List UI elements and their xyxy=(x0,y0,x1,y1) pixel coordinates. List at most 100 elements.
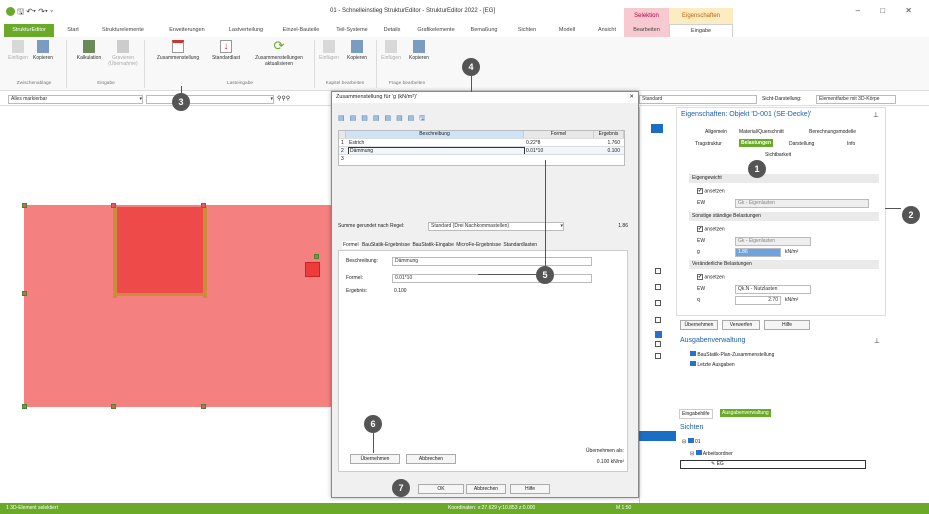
list-selected-row[interactable] xyxy=(639,431,676,441)
prop-tab-berechnungsmodelle[interactable]: Berechnungsmodelle xyxy=(809,129,856,135)
prop-tab-material[interactable]: Material/Querschnitt xyxy=(739,129,784,135)
col-header-formel[interactable]: Formel xyxy=(524,131,594,138)
undo-icon[interactable]: ↶▾ xyxy=(26,7,36,16)
prop-tab-darstellung[interactable]: Darstellung xyxy=(789,141,814,147)
kalkulation-button[interactable]: Kalkulation xyxy=(72,40,106,61)
tab-sichten[interactable]: Sichten xyxy=(512,24,542,37)
visibility-checkbox[interactable] xyxy=(655,341,661,347)
formula-grid[interactable]: Beschreibung Formel Ergebnis 1 Estrich 0… xyxy=(338,130,625,166)
subtab-baustatik-eingabe[interactable]: BauStatik-Eingabe xyxy=(412,242,453,248)
prop-hilfe-button[interactable]: Hilfe xyxy=(764,320,810,330)
slab-opening[interactable] xyxy=(114,207,207,294)
g-input[interactable]: 1.86 xyxy=(735,248,781,257)
uebernehmen-button[interactable]: Übernehmen xyxy=(350,454,400,464)
beschreibung-input[interactable]: Dämmung xyxy=(392,257,592,266)
prop-tab-belastungen[interactable]: Belastungen xyxy=(739,139,774,147)
tab-modell[interactable]: Modell xyxy=(553,24,581,37)
node-marker[interactable] xyxy=(22,291,27,296)
node-marker[interactable] xyxy=(22,203,27,208)
redo-icon[interactable]: ↷▾ xyxy=(38,7,48,16)
tab-erweiterungen[interactable]: Erweiterungen xyxy=(158,24,216,37)
close-icon[interactable]: ✕ xyxy=(629,92,634,103)
checkbox[interactable]: ✔ xyxy=(697,226,703,232)
section-sonstige[interactable]: Sonstige ständige Belastungen xyxy=(689,212,879,221)
checkbox[interactable]: ✔ xyxy=(697,188,703,194)
filter-combo[interactable]: Alles markierbar ▾ xyxy=(8,95,143,104)
ew-combo[interactable]: Gk - Eigenlasten xyxy=(735,199,869,208)
tab-bearbeiten[interactable]: Bearbeiten xyxy=(624,24,669,37)
hilfe-button[interactable]: Hilfe xyxy=(510,484,550,494)
tab-strukturelemente[interactable]: Strukturelemente xyxy=(92,24,154,37)
einfuegen-button[interactable]: Einfügen xyxy=(8,40,28,61)
tab-grafikelemente[interactable]: Grafikelemente xyxy=(410,24,462,37)
gravieren-button[interactable]: Gravieren (Übernahme) xyxy=(106,40,140,67)
summe-regel-combo[interactable]: Standard (Drei Nachkommastellen) ▾ xyxy=(428,222,564,231)
checkbox[interactable]: ✔ xyxy=(697,274,703,280)
ansetzen-row[interactable]: ✔ ansetzen xyxy=(697,188,725,194)
tree-node[interactable]: ⊟ Arbeitsordner xyxy=(690,450,733,457)
ansetzen-row[interactable]: ✔ ansetzen xyxy=(697,226,725,232)
tab-lastverteilung[interactable]: Lastverteilung xyxy=(220,24,272,37)
table-row[interactable]: 1 Estrich 0.22*8 1.760 xyxy=(339,138,624,146)
dialog-toolbar-icons[interactable]: ▤▤▤▤▤▤▤🖫 xyxy=(338,114,430,125)
prop-tab-info[interactable]: Info xyxy=(847,141,855,147)
window-controls[interactable]: – □ ✕ xyxy=(856,6,921,15)
node-marker[interactable] xyxy=(111,404,116,409)
node-marker[interactable] xyxy=(111,203,116,208)
prop-tab-sichtbarkeit[interactable]: Sichtbarkeit xyxy=(765,152,791,158)
subtab-microfe-ergebnisse[interactable]: MicroFe-Ergebnisse xyxy=(456,242,501,248)
visibility-checkbox[interactable] xyxy=(655,317,661,323)
visibility-checkbox[interactable] xyxy=(655,353,661,359)
layer-combo[interactable]: ▾ xyxy=(146,95,274,104)
subtab-baustatik-ergebnisse[interactable]: BauStatik-Ergebnisse xyxy=(362,242,410,248)
kopieren-kapitel-button[interactable]: Kopieren xyxy=(344,40,370,61)
visibility-checkbox[interactable] xyxy=(655,300,661,306)
prop-tab-tragstruktur[interactable]: Tragstruktur xyxy=(695,141,722,147)
ew-combo[interactable]: Gk - Eigenlasten xyxy=(735,237,811,246)
visibility-checkbox-checked[interactable] xyxy=(655,331,662,338)
section-veraenderlich[interactable]: Veränderliche Belastungen xyxy=(689,260,879,269)
prop-verwerfen-button[interactable]: Verwerfen xyxy=(722,320,760,330)
node-marker[interactable] xyxy=(201,404,206,409)
subtab-formel[interactable]: Formel xyxy=(342,241,360,249)
prop-tab-allgemein[interactable]: Allgemein xyxy=(705,129,727,135)
tree-item[interactable]: BauStatik-Plan-Zusammenstellung xyxy=(690,351,774,358)
formel-input[interactable]: 0.01*10 xyxy=(392,274,592,283)
tree-node[interactable]: ⊟ 01 xyxy=(682,438,701,445)
col-header-ergebnis[interactable]: Ergebnis xyxy=(594,131,624,138)
binocular-icons[interactable]: ⚲⚲⚲ xyxy=(277,95,290,102)
table-row[interactable]: 2 Dämmung 0.01*10 0.100 xyxy=(339,146,624,155)
tab-einzel-bauteile[interactable]: Einzel-Bauteile xyxy=(275,24,327,37)
tab-details[interactable]: Details xyxy=(378,24,406,37)
ew-combo[interactable]: Qk.N - Nutzlasten xyxy=(735,285,811,294)
ok-button[interactable]: OK xyxy=(418,484,464,494)
standardlast-button[interactable]: ↓ Standardlast xyxy=(206,40,246,61)
einfuegen-kapitel-button[interactable]: Einfügen xyxy=(318,40,340,61)
standard-combo[interactable]: Standard xyxy=(639,95,757,104)
node-marker[interactable] xyxy=(314,254,319,259)
kopieren-button[interactable]: Kopieren xyxy=(30,40,56,61)
visibility-checkbox[interactable] xyxy=(655,284,661,290)
quick-access-toolbar[interactable]: 🖫 ↶▾ ↷▾ ▿ xyxy=(6,6,53,20)
customize-icon[interactable]: ▿ xyxy=(50,7,53,16)
tab-start[interactable]: Start xyxy=(58,24,88,37)
abbrechen-inner-button[interactable]: Abbrechen xyxy=(406,454,456,464)
einfuegen-frage-button[interactable]: Einfügen xyxy=(380,40,402,61)
tab-ansicht[interactable]: Ansicht xyxy=(590,24,624,37)
column-element[interactable] xyxy=(305,262,320,277)
zusammenstellungen-aktualisieren-button[interactable]: ⟳ Zusammenstellungen aktualisieren xyxy=(246,39,312,67)
tab-bemassung[interactable]: Bemaßung xyxy=(466,24,502,37)
kopieren-frage-button[interactable]: Kopieren xyxy=(406,40,432,61)
tab-eingabehilfe[interactable]: Eingabehilfe xyxy=(679,409,713,419)
tab-teil-systeme[interactable]: Teil-Systeme xyxy=(328,24,376,37)
node-marker[interactable] xyxy=(22,404,27,409)
tab-ausgabenverwaltung[interactable]: Ausgabenverwaltung xyxy=(720,409,771,417)
visibility-checkbox[interactable] xyxy=(655,268,661,274)
pin-icon[interactable]: ⊥ xyxy=(874,337,880,345)
pin-icon[interactable]: ⊥ xyxy=(873,111,879,119)
sicht-combo[interactable]: Elementfarbe mit 3D-Körpe xyxy=(816,95,896,104)
tree-node-selected[interactable]: ✎ EG xyxy=(680,460,866,469)
abbrechen-button[interactable]: Abbrechen xyxy=(466,484,506,494)
save-icon[interactable]: 🖫 xyxy=(17,7,24,16)
tab-eingabe[interactable]: Eingabe xyxy=(669,24,733,37)
